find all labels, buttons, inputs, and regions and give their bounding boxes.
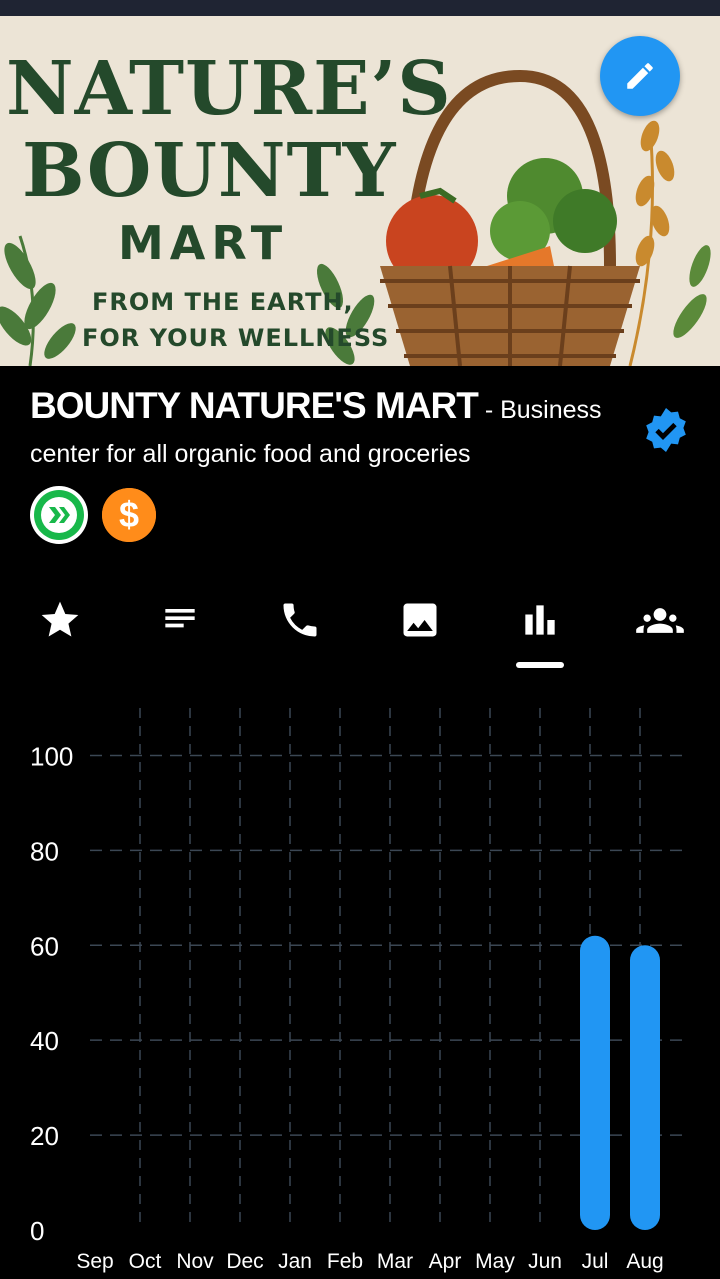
edit-profile-button[interactable] (600, 36, 680, 116)
x-tick-label: Oct (129, 1250, 162, 1273)
hbd-token-icon[interactable]: $ (102, 488, 156, 542)
tab-stats[interactable] (480, 590, 600, 650)
bar-chart-icon (525, 605, 555, 635)
image-icon (403, 603, 437, 637)
x-tick-label: Mar (377, 1250, 413, 1273)
profile-header: BOUNTY NATURE'S MART - Business center f… (30, 386, 640, 478)
x-tick-label: May (475, 1250, 515, 1273)
group-icon (636, 608, 684, 633)
y-tick-label: 0 (30, 1216, 44, 1246)
svg-text:$: $ (119, 494, 139, 535)
y-tick-label: 80 (30, 836, 59, 866)
phone-icon (283, 603, 317, 637)
y-tick-label: 20 (30, 1121, 59, 1151)
tab-favorites[interactable] (0, 590, 120, 650)
bar-jul[interactable] (580, 935, 610, 1230)
star-icon (41, 601, 79, 637)
tab-gallery[interactable] (360, 590, 480, 650)
x-tick-label: Feb (327, 1250, 363, 1273)
x-tick-label: Jun (528, 1250, 562, 1273)
stats-bar-chart: 0 20 40 60 80 100 Sep Oct Nov Dec Jan Feb Mar Apr May J… (30, 708, 682, 1273)
x-tick-label: Jul (582, 1250, 609, 1273)
banner-title-line-1: NATURE’S (6, 46, 452, 132)
y-tick-label: 100 (30, 741, 73, 771)
verified-badge-icon (646, 408, 686, 452)
y-tick-label: 40 (30, 1026, 59, 1056)
banner-title-line-3: MART (118, 216, 289, 270)
x-tick-label: Apr (429, 1250, 462, 1273)
banner-tagline-2: FOR YOUR WELLNESS (82, 324, 390, 352)
pencil-icon (627, 63, 653, 89)
status-bar (0, 0, 720, 16)
notes-icon (165, 609, 195, 628)
tab-contact[interactable] (240, 590, 360, 650)
tab-community[interactable] (600, 590, 720, 650)
active-tab-indicator (516, 662, 564, 668)
profile-name: BOUNTY NATURE'S MART (30, 385, 479, 426)
x-tick-label: Jan (278, 1250, 312, 1273)
tab-posts[interactable] (120, 590, 240, 650)
banner-tagline-1: FROM THE EARTH, (92, 288, 354, 316)
x-tick-label: Sep (76, 1250, 113, 1273)
bar-aug[interactable] (630, 945, 660, 1230)
x-tick-label: Dec (226, 1250, 263, 1273)
y-tick-label: 60 (30, 931, 59, 961)
hive-token-icon[interactable] (30, 486, 88, 544)
x-tick-label: Nov (176, 1250, 214, 1273)
x-tick-label: Aug (626, 1250, 663, 1273)
banner-title-line-2: BOUNTY (22, 128, 397, 214)
profile-tabs (0, 590, 720, 670)
